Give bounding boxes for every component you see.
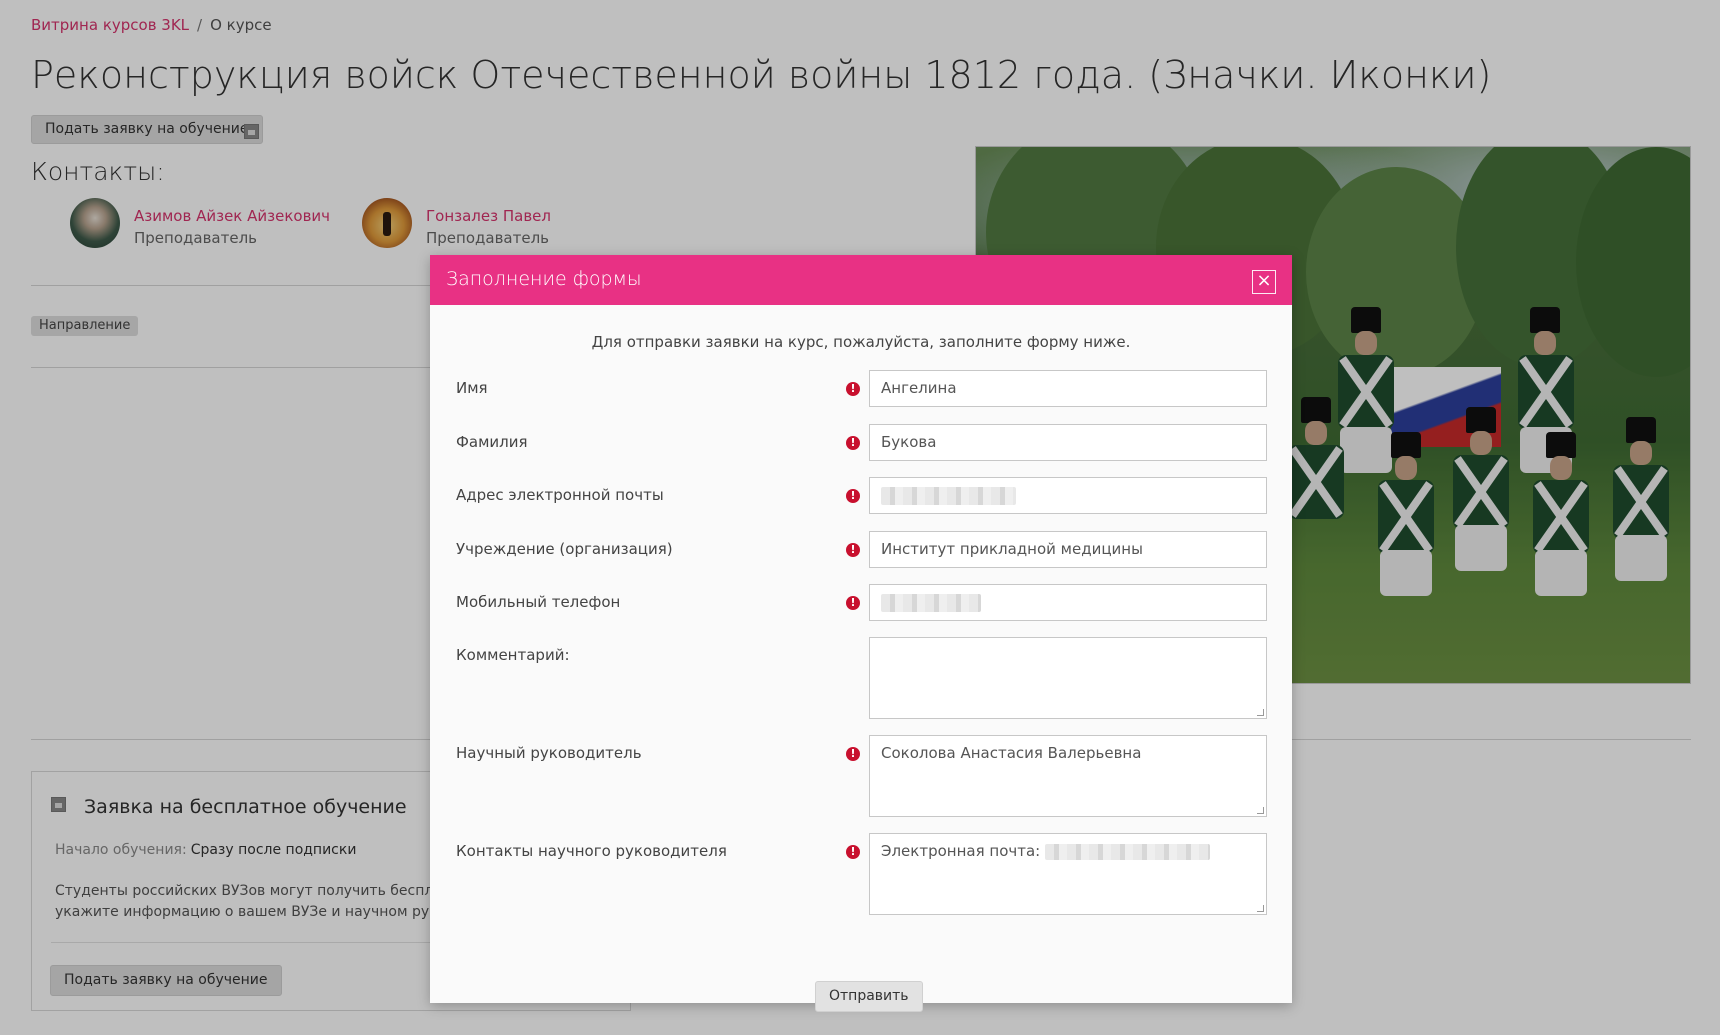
form-row-first-name: Имя ! Ангелина xyxy=(430,370,1292,407)
required-icon: ! xyxy=(846,845,860,859)
modal-header: Заполнение формы × xyxy=(430,255,1292,305)
first-name-label: Имя xyxy=(456,379,488,397)
comment-textarea[interactable] xyxy=(869,637,1267,719)
first-name-input[interactable]: Ангелина xyxy=(869,370,1267,407)
form-row-phone: Мобильный телефон ! xyxy=(430,584,1292,621)
redacted-value xyxy=(1045,843,1210,860)
supervisor-label: Научный руководитель xyxy=(456,744,642,762)
form-row-last-name: Фамилия ! Букова xyxy=(430,424,1292,461)
redacted-value xyxy=(881,593,981,612)
last-name-input[interactable]: Букова xyxy=(869,424,1267,461)
last-name-label: Фамилия xyxy=(456,433,528,451)
form-row-supervisor-contacts: Контакты научного руководителя ! Электро… xyxy=(430,833,1292,915)
supervisor-textarea[interactable]: Соколова Анастасия Валерьевна xyxy=(869,735,1267,817)
required-icon: ! xyxy=(846,382,860,396)
comment-label: Комментарий: xyxy=(456,646,570,664)
required-icon: ! xyxy=(846,596,860,610)
supervisor-contacts-label: Контакты научного руководителя xyxy=(456,842,727,860)
phone-input[interactable] xyxy=(869,584,1267,621)
organization-input[interactable]: Институт прикладной медицины xyxy=(869,531,1267,568)
phone-label: Мобильный телефон xyxy=(456,593,621,611)
application-form-modal: Заполнение формы × Для отправки заявки н… xyxy=(430,255,1292,1012)
submit-button[interactable]: Отправить xyxy=(815,981,923,1012)
form-row-email: Адрес электронной почты ! xyxy=(430,477,1292,514)
required-icon: ! xyxy=(846,543,860,557)
required-icon: ! xyxy=(846,747,860,761)
email-input[interactable] xyxy=(869,477,1267,514)
redacted-value xyxy=(881,486,1016,505)
required-icon: ! xyxy=(846,489,860,503)
required-icon: ! xyxy=(846,436,860,450)
form-row-comment: Комментарий: xyxy=(430,637,1292,719)
email-label: Адрес электронной почты xyxy=(456,486,664,504)
form-row-organization: Учреждение (организация) ! Институт прик… xyxy=(430,531,1292,568)
modal-title: Заполнение формы xyxy=(446,268,642,290)
modal-body: Для отправки заявки на курс, пожалуйста,… xyxy=(430,305,1292,1012)
organization-label: Учреждение (организация) xyxy=(456,540,673,558)
close-icon[interactable]: × xyxy=(1252,270,1276,294)
form-row-supervisor: Научный руководитель ! Соколова Анастаси… xyxy=(430,735,1292,817)
supervisor-contacts-textarea[interactable]: Электронная почта: xyxy=(869,833,1267,915)
supervisor-contacts-prefix: Электронная почта: xyxy=(881,842,1041,860)
form-intro: Для отправки заявки на курс, пожалуйста,… xyxy=(591,333,1131,351)
